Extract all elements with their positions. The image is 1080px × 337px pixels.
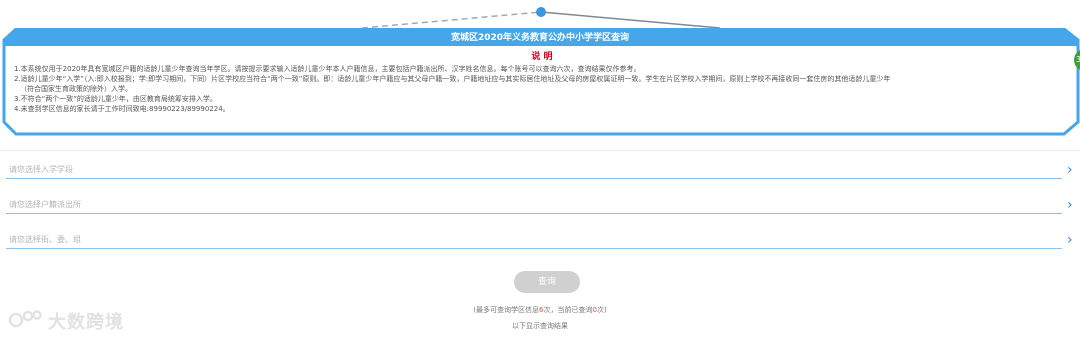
query-count-text: (最多可查询学区信息6次，当前已查询0次) [0,305,1080,315]
school-stage-placeholder: 请您选择入学学段 [9,165,73,174]
police-station-placeholder: 请您选择户籍派出所 [9,200,81,209]
query-button[interactable]: 查询 [514,271,580,293]
query-count-suffix: 次) [596,306,607,314]
chevron-right-icon[interactable]: › [1067,198,1079,212]
notice-line: 4.未查到学区信息的家长请于工作时间致电:89990223/89990224。 [14,105,230,113]
notice-line: （符合国家生育政策的除外）入学。 [20,85,132,93]
query-count-prefix: (最多可查询学区信息 [473,306,540,314]
timeline-dot [536,7,546,17]
watermark: 大数跨境 [8,306,148,333]
street-committee-group-placeholder: 请您选择街、委、组 [9,235,81,244]
top-decoration [361,7,721,29]
panel-title: 宽城区2020年义务教育公办中小学学区查询 [450,33,630,43]
watermark-text: 大数跨境 [48,312,124,333]
notice-panel: 宽城区2020年义务教育公办中小学学区查询 说 明 1.本系统仅用于2020年具… [0,28,1080,138]
police-station-select[interactable]: 请您选择户籍派出所 [6,195,1062,214]
query-count-middle: 次，当前已查询 [543,306,593,314]
chevron-right-icon[interactable]: › [1067,233,1079,247]
street-committee-group-select[interactable]: 请您选择街、委、组 [6,230,1062,249]
notice-body: 说 明 1.本系统仅用于2020年具有宽城区户籍的适龄儿童少年查询当年学区。请按… [14,50,1070,114]
notice-line: 2.适龄儿童少年“入学”（入:即入校报到；学:即学习期间，下同）片区学校应当符合… [14,75,891,83]
notice-line: 1.本系统仅用于2020年具有宽城区户籍的适龄儿童少年查询当年学区。请按提示要求… [14,65,641,73]
watermark-logo-icon [8,310,42,328]
notice-line: 3.不符合“两个一致”的适龄儿童少年，由区教育局统筹安排入学。 [14,95,217,103]
results-caption: 以下显示查询结果 [512,322,568,330]
divider [0,150,1080,151]
school-stage-select[interactable]: 请您选择入学学段 [6,160,1062,179]
notice-heading: 说 明 [531,52,553,62]
chevron-right-icon[interactable]: › [1067,163,1079,177]
